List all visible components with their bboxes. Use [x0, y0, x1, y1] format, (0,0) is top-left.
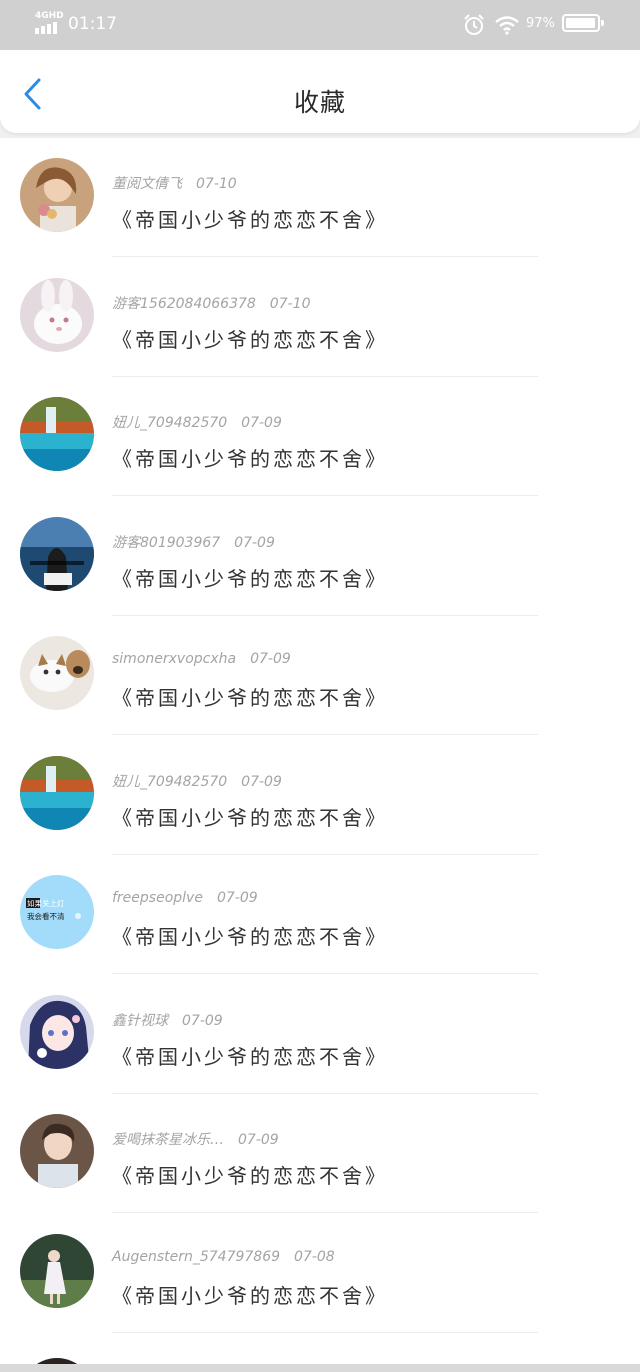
- date: 07-09: [241, 773, 282, 790]
- status-bar: 4GHD 01:17 97%: [0, 0, 640, 50]
- nav-header: 收藏: [0, 50, 640, 133]
- item-meta: 鑫针视球 07-09: [112, 1010, 223, 1030]
- alarm-icon: [464, 14, 484, 35]
- item-meta: 妞儿_709482570 07-09: [112, 412, 282, 432]
- battery-percent: 97%: [526, 16, 555, 31]
- item-meta: 爱喝抹茶星冰乐… 07-09: [112, 1129, 279, 1149]
- favorite-item[interactable]: 游客1562084066378 07-10 《帝国小少爷的恋恋不舍》: [0, 258, 640, 377]
- avatar[interactable]: [20, 994, 94, 1069]
- avatar[interactable]: [20, 755, 94, 830]
- page-title: 收藏: [293, 88, 346, 117]
- username: simonerxvopcxha: [112, 651, 237, 667]
- book-title[interactable]: 《帝国小少爷的恋恋不舍》: [112, 443, 388, 472]
- divider: [112, 1331, 538, 1333]
- date: 07-08: [294, 1248, 335, 1265]
- username: 鑫针视球: [112, 1012, 168, 1029]
- favorite-item[interactable]: 妞儿_709482570 07-09 《帝国小少爷的恋恋不舍》: [0, 377, 640, 496]
- book-title[interactable]: 《帝国小少爷的恋恋不舍》: [112, 1280, 388, 1309]
- wifi-icon: [495, 16, 519, 35]
- username: 董阅文倩飞: [112, 176, 182, 192]
- book-title[interactable]: 《帝国小少爷的恋恋不舍》: [112, 682, 388, 711]
- avatar[interactable]: [20, 277, 94, 352]
- favorite-item[interactable]: 董阅文倩飞 07-10 《帝国小少爷的恋恋不舍》: [0, 138, 640, 257]
- date: 07-09: [234, 534, 275, 551]
- favorite-item[interactable]: 爱喝抹茶星冰乐… 07-09 《帝国小少爷的恋恋不舍》: [0, 1094, 640, 1213]
- avatar[interactable]: [20, 636, 94, 710]
- book-title[interactable]: 《帝国小少爷的恋恋不舍》: [112, 324, 388, 353]
- avatar[interactable]: 如果关上灯我会看不清: [20, 875, 94, 949]
- book-title[interactable]: 《帝国小少爷的恋恋不舍》: [112, 921, 388, 950]
- favorite-item[interactable]: 游客801903967 07-09 《帝国小少爷的恋恋不舍》: [0, 497, 640, 616]
- username: Augenstern_574797869: [112, 1248, 281, 1265]
- book-title[interactable]: 《帝国小少爷的恋恋不舍》: [112, 1160, 388, 1189]
- avatar-text: 我会看不清: [27, 911, 65, 921]
- avatar[interactable]: [20, 1114, 94, 1188]
- avatar[interactable]: [20, 397, 94, 471]
- username: 爱喝抹茶星冰乐…: [112, 1132, 224, 1148]
- username: freepseoplve: [112, 890, 203, 906]
- favorite-item[interactable]: Augenstern_574797869 07-08 《帝国小少爷的恋恋不舍》: [0, 1214, 640, 1333]
- username: 游客801903967: [112, 534, 221, 551]
- item-meta: freepseoplve 07-09: [112, 890, 258, 906]
- book-title[interactable]: 《帝国小少爷的恋恋不舍》: [112, 204, 388, 233]
- date: 07-10: [269, 295, 311, 312]
- clock: 01:17: [68, 14, 117, 34]
- item-meta: simonerxvopcxha 07-09: [112, 651, 291, 667]
- username: 游客1562084066378: [112, 295, 256, 312]
- item-meta: 游客1562084066378 07-10: [112, 293, 310, 313]
- item-meta: 董阅文倩飞 07-10: [112, 173, 237, 193]
- battery-icon: [562, 14, 604, 32]
- username: 妞儿_709482570: [112, 773, 228, 790]
- date: 07-09: [182, 1012, 223, 1029]
- date: 07-09: [250, 651, 291, 667]
- avatar[interactable]: [20, 516, 94, 591]
- book-title[interactable]: 《帝国小少爷的恋恋不舍》: [112, 1041, 388, 1070]
- book-title[interactable]: 《帝国小少爷的恋恋不舍》: [112, 563, 388, 592]
- favorite-item[interactable]: 如果关上灯我会看不清 freepseoplve 07-09 《帝国小少爷的恋恋不舍》: [0, 855, 640, 974]
- avatar-text: 如果关上灯: [27, 898, 65, 908]
- date: 07-09: [241, 415, 282, 431]
- date: 07-09: [216, 890, 258, 906]
- item-meta: Augenstern_574797869 07-08: [112, 1249, 335, 1265]
- bottom-bar: [0, 1364, 640, 1372]
- item-meta: 妞儿_709482570 07-09: [112, 771, 282, 791]
- date: 07-10: [196, 176, 237, 192]
- favorites-list[interactable]: 董阅文倩飞 07-10 《帝国小少爷的恋恋不舍》 游客1562084066378 07-…: [0, 138, 640, 1372]
- item-meta: 游客801903967 07-09: [112, 532, 275, 552]
- avatar[interactable]: [20, 158, 94, 232]
- network-type: 4GHD: [35, 11, 64, 21]
- book-title[interactable]: 《帝国小少爷的恋恋不舍》: [112, 802, 388, 831]
- signal-icon: 4GHD: [34, 10, 64, 36]
- favorite-item[interactable]: 妞儿_709482570 07-09 《帝国小少爷的恋恋不舍》: [0, 736, 640, 855]
- date: 07-09: [238, 1132, 279, 1148]
- username: 妞儿_709482570: [112, 415, 228, 431]
- list-item-partial[interactable]: [0, 1336, 640, 1372]
- favorite-item[interactable]: simonerxvopcxha 07-09 《帝国小少爷的恋恋不舍》: [0, 616, 640, 735]
- avatar[interactable]: [20, 1233, 94, 1308]
- favorite-item[interactable]: 鑫针视球 07-09 《帝国小少爷的恋恋不舍》: [0, 975, 640, 1094]
